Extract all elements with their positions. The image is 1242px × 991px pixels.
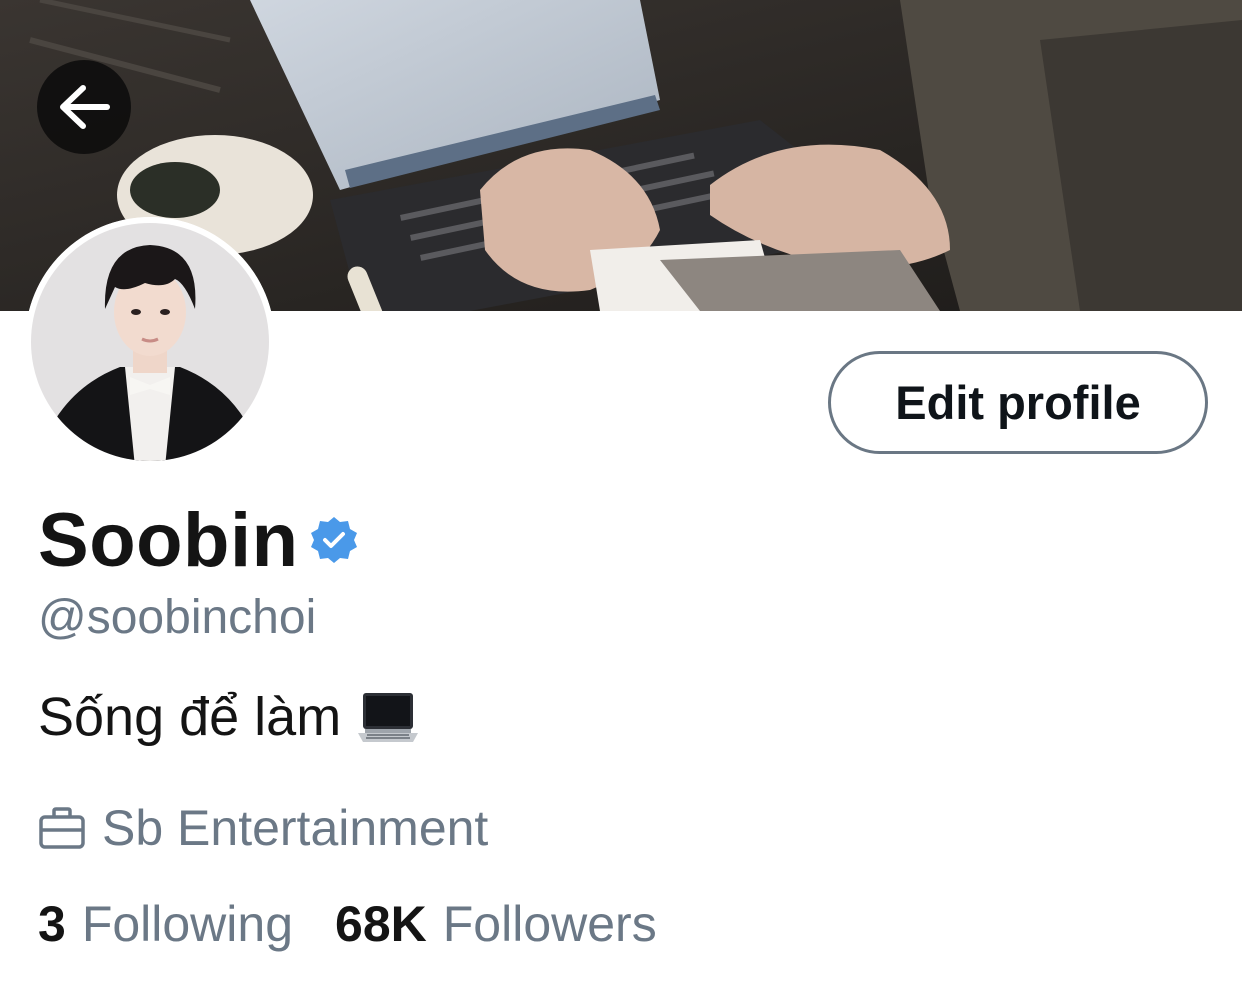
avatar[interactable] [25,217,275,467]
followers-label: Followers [442,896,657,952]
briefcase-icon [38,806,86,850]
followers-count: 68K [335,896,427,952]
following-count: 3 [38,896,66,952]
profile-bio: Sống để làm [38,686,419,748]
profile-page: Edit profile Soobin @soobinchoi Sống để … [0,0,1242,991]
verified-badge-icon[interactable] [309,515,359,565]
profile-work: Sb Entertainment [38,798,488,858]
laptop-emoji-icon [357,689,419,745]
followers-link[interactable]: 68K Followers [335,895,657,953]
edit-profile-button[interactable]: Edit profile [828,351,1208,454]
back-button[interactable] [37,60,131,154]
arrow-left-icon [60,85,110,129]
avatar-photo [25,217,275,467]
edit-profile-label: Edit profile [895,376,1141,429]
following-label: Following [81,896,294,952]
profile-stats: 3 Following 68K Followers [38,895,657,953]
bio-text: Sống để làm [38,687,342,747]
work-text: Sb Entertainment [102,800,489,856]
profile-handle: @soobinchoi [38,591,317,644]
name-row: Soobin [38,494,359,586]
following-link[interactable]: 3 Following [38,895,293,953]
display-name: Soobin [38,497,299,583]
